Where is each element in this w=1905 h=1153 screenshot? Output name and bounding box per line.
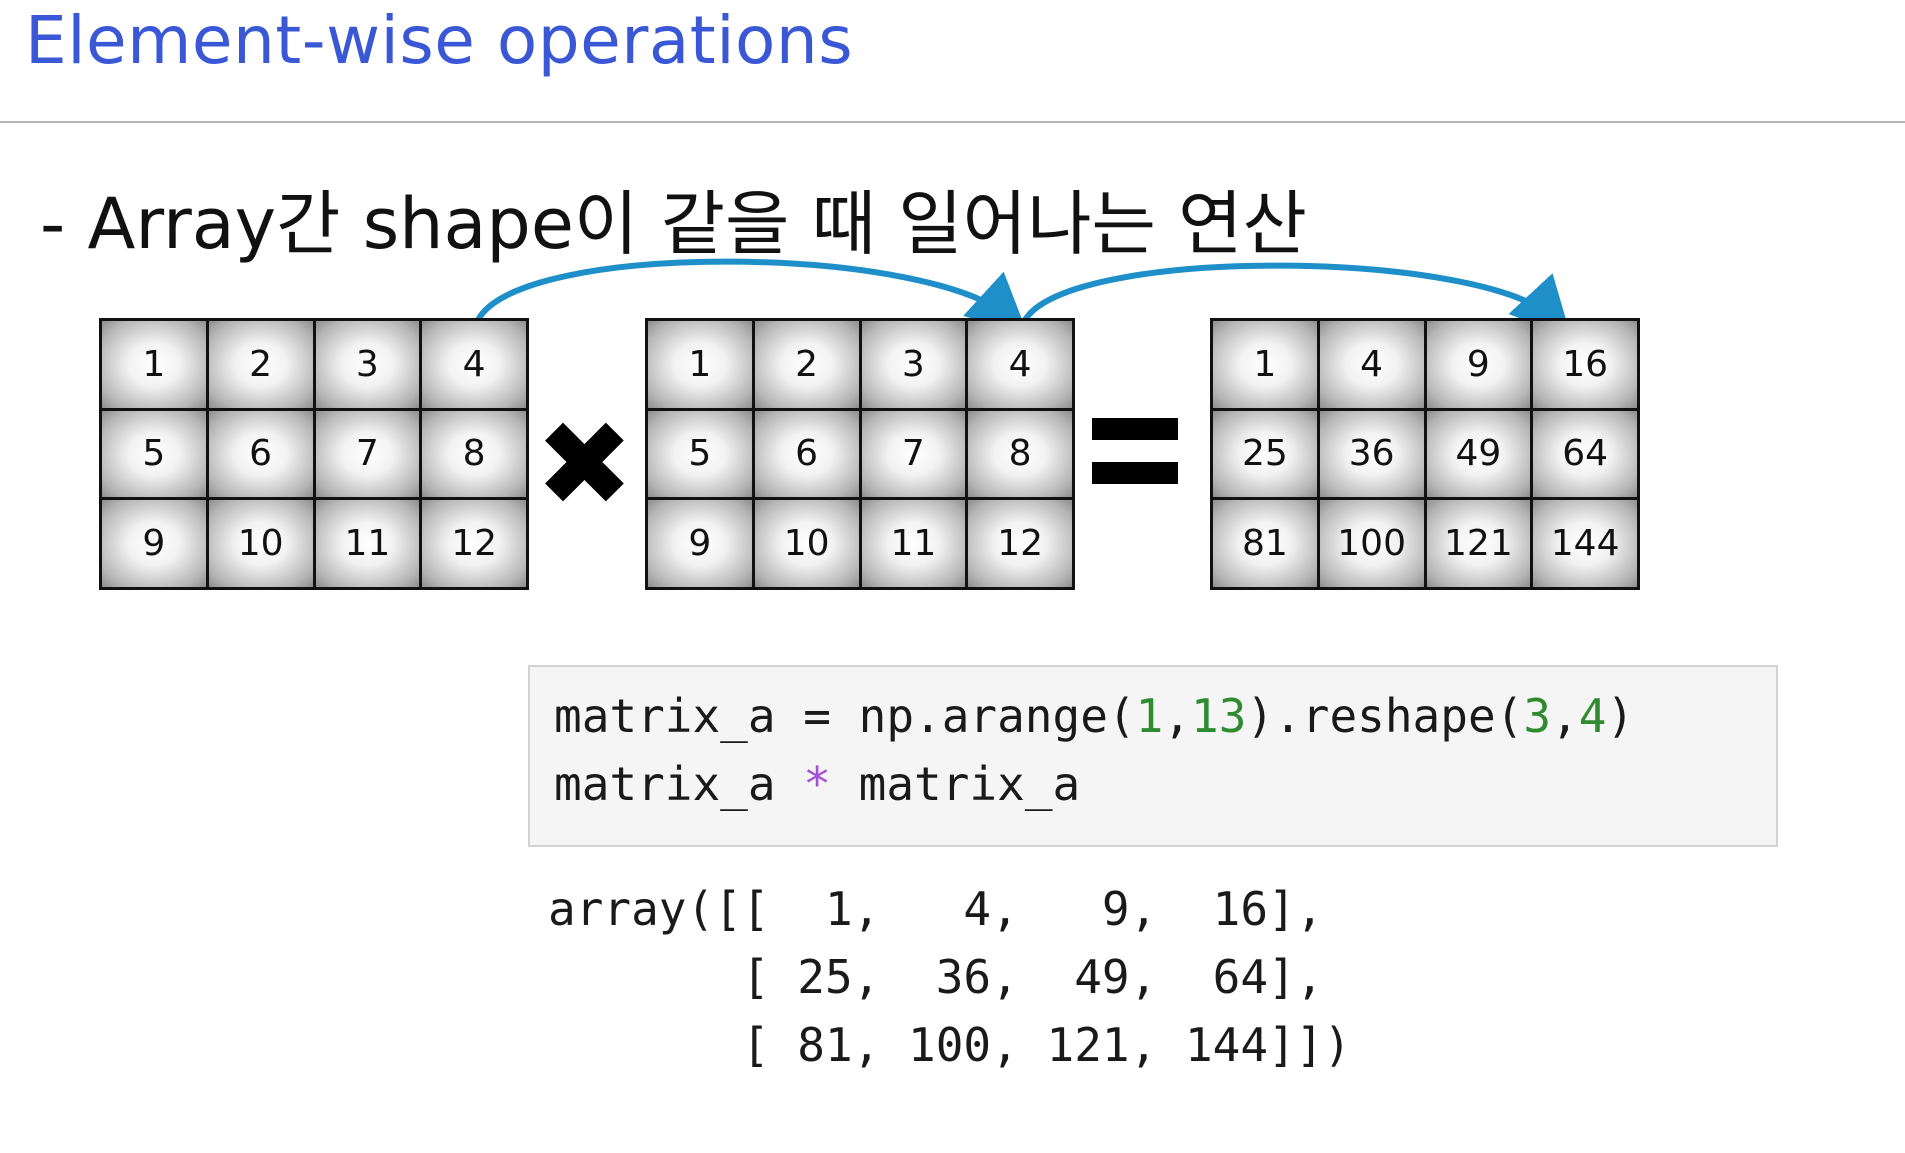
output-line-2: [ 25, 36, 49, 64], — [548, 950, 1324, 1004]
multiply-icon: ✖ — [535, 395, 634, 533]
equals-icon — [1092, 418, 1178, 486]
matrix-cell: 64 — [1533, 410, 1637, 498]
matrix-cell: 10 — [754, 500, 859, 587]
matrix-cell: 4 — [968, 321, 1072, 408]
matrix-cell: 9 — [648, 500, 752, 587]
output-line-3: [ 81, 100, 121, 144]]) — [548, 1018, 1352, 1072]
matrix-cell: 81 — [1213, 500, 1317, 587]
matrix-cell: 25 — [1213, 410, 1317, 498]
matrix-cell: 7 — [861, 410, 966, 498]
matrix-cell: 4 — [1319, 321, 1424, 408]
matrix-cell: 49 — [1426, 410, 1531, 498]
matrix-cell: 1 — [648, 321, 752, 408]
matrix-cell: 12 — [422, 500, 526, 587]
matrix-cell: 11 — [315, 500, 420, 587]
matrix-cell: 11 — [861, 500, 966, 587]
matrix-cell: 36 — [1319, 410, 1424, 498]
matrix-cell: 3 — [861, 321, 966, 408]
matrix-cell: 7 — [315, 410, 420, 498]
matrix-cell: 6 — [754, 410, 859, 498]
matrix-middle: 1 2 3 4 5 6 7 8 9 10 11 12 — [645, 318, 1075, 590]
matrix-cell: 9 — [1426, 321, 1531, 408]
code-line-2: matrix_a * matrix_a — [554, 757, 1081, 811]
output-line-1: array([[ 1, 4, 9, 16], — [548, 882, 1324, 936]
matrix-cell: 6 — [208, 410, 313, 498]
code-cell-input[interactable]: matrix_a = np.arange(1,13).reshape(3,4) … — [528, 665, 1778, 847]
matrix-cell: 16 — [1533, 321, 1637, 408]
matrix-cell: 100 — [1319, 500, 1424, 587]
matrix-left: 1 2 3 4 5 6 7 8 9 10 11 12 — [99, 318, 529, 590]
code-line-1: matrix_a = np.arange(1,13).reshape(3,4) — [554, 689, 1635, 743]
matrix-cell: 5 — [648, 410, 752, 498]
matrix-cell: 2 — [208, 321, 313, 408]
matrix-cell: 144 — [1533, 500, 1637, 587]
arrow-left-to-middle — [475, 258, 1028, 335]
matrix-cell: 8 — [422, 410, 526, 498]
arrow-middle-to-result — [1022, 262, 1572, 338]
matrix-cell: 1 — [102, 321, 206, 408]
matrix-cell: 10 — [208, 500, 313, 587]
matrix-cell: 4 — [422, 321, 526, 408]
matrix-cell: 121 — [1426, 500, 1531, 587]
matrix-cell: 9 — [102, 500, 206, 587]
matrix-cell: 3 — [315, 321, 420, 408]
matrix-result: 1 4 9 16 25 36 49 64 81 100 121 144 — [1210, 318, 1640, 590]
matrix-cell: 5 — [102, 410, 206, 498]
matrix-cell: 8 — [968, 410, 1072, 498]
matrix-cell: 1 — [1213, 321, 1317, 408]
matrix-cell: 2 — [754, 321, 859, 408]
matrix-cell: 12 — [968, 500, 1072, 587]
